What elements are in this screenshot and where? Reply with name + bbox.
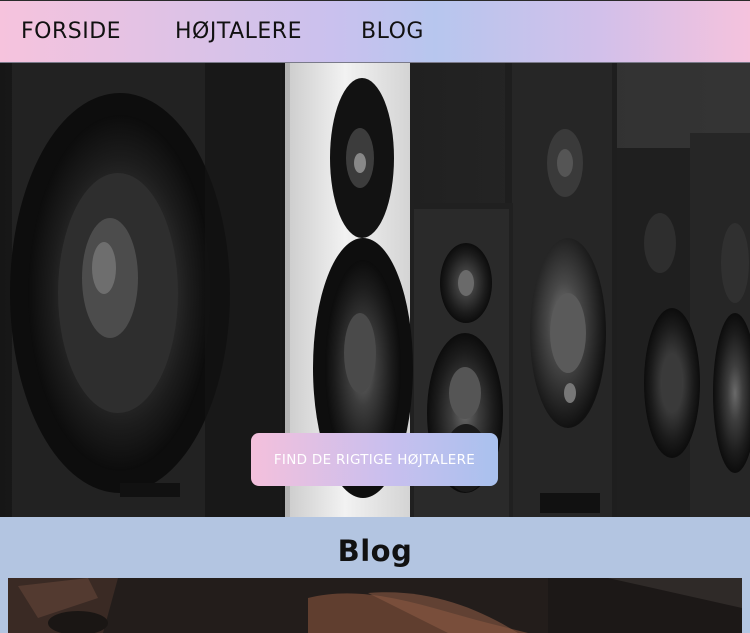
nav-link-blog[interactable]: BLOG [361,19,424,44]
blog-section: Blog [0,517,750,633]
blog-heading: Blog [337,534,413,568]
blog-post-image[interactable] [8,578,742,633]
hero-section: FIND DE RIGTIGE HØJTALERE [0,63,750,517]
top-nav: FORSIDE HØJTALERE BLOG [0,0,750,63]
nav-link-hojtalere[interactable]: HØJTALERE [175,19,302,44]
blog-post-photo [8,578,742,633]
find-speakers-button[interactable]: FIND DE RIGTIGE HØJTALERE [251,433,498,486]
nav-link-forside[interactable]: FORSIDE [21,19,121,44]
